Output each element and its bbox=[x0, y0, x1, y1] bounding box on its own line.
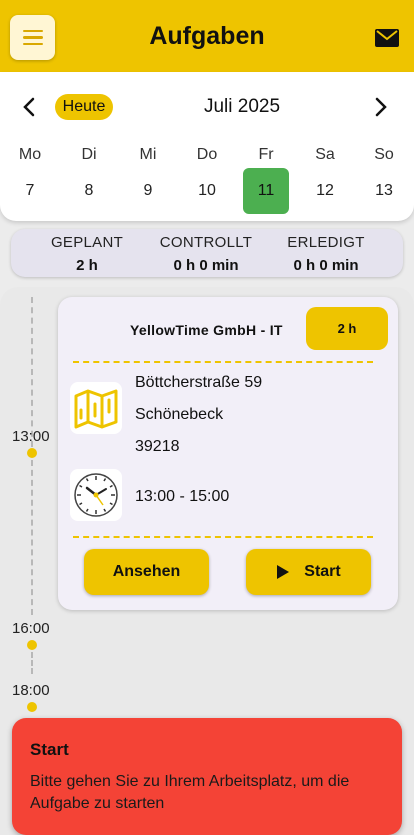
weekday-label: Mi bbox=[139, 146, 157, 163]
start-button[interactable]: Start bbox=[246, 549, 371, 595]
timeline-dot bbox=[27, 640, 37, 650]
toast-title: Start bbox=[30, 740, 69, 759]
clock-icon bbox=[70, 469, 122, 521]
duration-badge: 2 h bbox=[306, 307, 388, 350]
view-button[interactable]: Ansehen bbox=[84, 549, 209, 595]
address-zip: 39218 bbox=[135, 438, 180, 455]
timeline-time: 13:00 bbox=[12, 428, 50, 445]
day-cell[interactable]: 8 bbox=[66, 168, 112, 214]
week-calendar: Heute Juli 2025 Mo Di Mi Do Fr Sa So 7 8… bbox=[0, 72, 414, 221]
divider bbox=[73, 536, 373, 538]
weekday-label: Mo bbox=[18, 146, 42, 163]
month-label: Juli 2025 bbox=[203, 96, 281, 117]
timeline-dot bbox=[27, 702, 37, 712]
time-summary: GEPLANT 2 h CONTROLLT 0 h 0 min ERLEDIGT… bbox=[11, 229, 403, 277]
mail-icon[interactable] bbox=[375, 29, 399, 47]
play-icon bbox=[277, 565, 290, 579]
start-label: Start bbox=[304, 563, 341, 580]
address-street: Böttcherstraße 59 bbox=[135, 374, 263, 391]
weekday-label: Do bbox=[196, 146, 218, 163]
timeline-line bbox=[31, 652, 33, 674]
day-cell-selected[interactable]: 11 bbox=[243, 168, 289, 214]
task-card[interactable]: YellowTime GmbH - IT 2 h Böttcherstraße … bbox=[58, 297, 398, 610]
day-cell[interactable]: 9 bbox=[125, 168, 171, 214]
day-cell[interactable]: 13 bbox=[361, 168, 407, 214]
toast-message: Bitte gehen Sie zu Ihrem Arbeitsplatz, u… bbox=[30, 773, 350, 812]
weekday-label: So bbox=[374, 146, 394, 163]
start-toast[interactable]: Start Bitte gehen Sie zu Ihrem Arbeitspl… bbox=[12, 718, 402, 835]
done-label: ERLEDIGT bbox=[287, 234, 365, 251]
timeline-time: 18:00 bbox=[12, 682, 50, 699]
app-header: Aufgaben bbox=[0, 0, 414, 72]
controlled-summary: CONTROLLT 0 h 0 min bbox=[141, 234, 271, 274]
done-value: 0 h 0 min bbox=[293, 257, 359, 274]
time-range: 13:00 - 15:00 bbox=[135, 488, 230, 505]
weekday-label: Fr bbox=[258, 146, 274, 163]
day-cell[interactable]: 12 bbox=[302, 168, 348, 214]
timeline-dot bbox=[27, 448, 37, 458]
planned-value: 2 h bbox=[76, 257, 98, 274]
planned-label: GEPLANT bbox=[50, 234, 124, 251]
done-summary: ERLEDIGT 0 h 0 min bbox=[261, 234, 391, 274]
page-title: Aufgaben bbox=[149, 22, 265, 50]
timeline-line bbox=[31, 297, 33, 447]
controlled-label: CONTROLLT bbox=[159, 234, 253, 251]
company-name: YellowTime GmbH - IT bbox=[130, 322, 283, 338]
timeline-time: 16:00 bbox=[12, 620, 50, 637]
controlled-value: 0 h 0 min bbox=[173, 257, 239, 274]
view-label: Ansehen bbox=[112, 563, 181, 580]
map-icon bbox=[70, 382, 122, 434]
timeline-line bbox=[31, 460, 33, 615]
day-cell[interactable]: 10 bbox=[184, 168, 230, 214]
day-cell[interactable]: 7 bbox=[7, 168, 53, 214]
address-city: Schönebeck bbox=[135, 406, 224, 423]
divider bbox=[73, 361, 373, 363]
weekday-label: Sa bbox=[315, 146, 335, 163]
chevron-right-icon[interactable] bbox=[371, 96, 391, 118]
planned-summary: GEPLANT 2 h bbox=[22, 234, 152, 274]
weekday-label: Di bbox=[81, 146, 97, 163]
